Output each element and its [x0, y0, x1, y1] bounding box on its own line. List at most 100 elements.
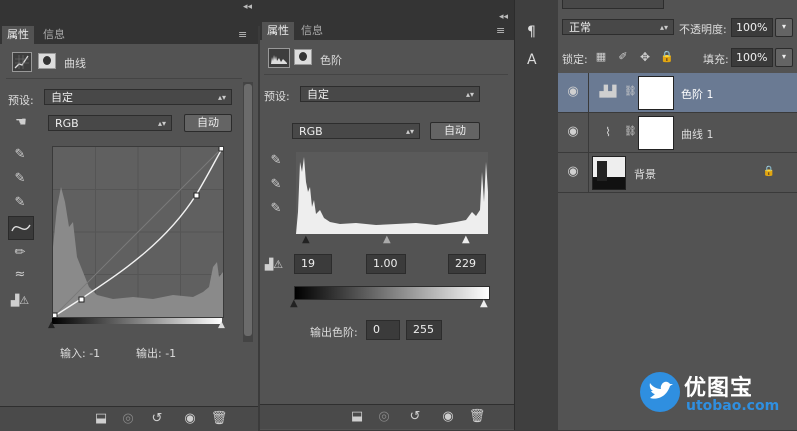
input-white-slider[interactable]: ▲ [462, 234, 470, 245]
tab-properties[interactable]: 属性 [262, 22, 294, 40]
input-gamma-field[interactable]: 1.00 [366, 254, 406, 274]
paragraph-style-icon[interactable]: ¶ [527, 24, 536, 40]
layer-row-background[interactable]: ◉ 背景 🔒 [558, 153, 797, 193]
hand-target-icon[interactable]: ☚ [10, 114, 32, 132]
channel-select[interactable]: RGB ▴▾ [48, 115, 172, 131]
reset-icon[interactable]: ↺ [148, 410, 166, 428]
view-previous-icon[interactable]: ◎ [118, 410, 138, 428]
output-white-field[interactable]: 255 [406, 320, 442, 340]
layer-name[interactable]: 色阶 1 [681, 86, 714, 102]
lock-all-icon[interactable]: 🔒 [660, 48, 674, 66]
left-bottom-toolbar: ⬓ ◎ ↺ ◉ 🗑 [0, 406, 258, 431]
chevron-updown-icon: ▴▾ [217, 93, 226, 102]
visibility-eye-icon[interactable]: ◉ [180, 410, 200, 428]
output-black-field[interactable]: 0 [366, 320, 400, 340]
left-panel-topbar: ◂◂ [0, 0, 258, 26]
curve-point-tool-icon[interactable] [8, 216, 34, 240]
opacity-field[interactable]: 100% [731, 18, 773, 37]
view-previous-icon[interactable]: ◎ [374, 408, 394, 426]
background-thumbnail[interactable] [592, 156, 626, 190]
black-eyedropper-icon[interactable]: ✎ [10, 146, 30, 164]
clipping-warning-icon[interactable]: ▟⚠ [8, 292, 32, 310]
output-white-slider[interactable]: ▲ [480, 298, 488, 309]
reset-icon[interactable]: ↺ [406, 408, 424, 426]
divider [264, 74, 508, 75]
fill-label: 填充: [703, 53, 729, 66]
left-scrollbar[interactable] [243, 82, 253, 342]
tab-info[interactable]: 信息 [38, 26, 70, 44]
layer-mask-thumbnail[interactable] [638, 76, 674, 110]
chevron-updown-icon: ▴▾ [465, 90, 474, 99]
visibility-eye-icon[interactable]: ◉ [564, 123, 582, 141]
clip-to-layer-icon[interactable]: ⬓ [348, 408, 366, 426]
input-black-slider[interactable]: ▲ [302, 234, 310, 245]
layer-name[interactable]: 背景 [634, 166, 656, 182]
input-readout: 输入: -1 [60, 347, 101, 360]
input-white-field[interactable]: 229 [448, 254, 486, 274]
gray-eyedropper-icon[interactable]: ✎ [266, 176, 286, 194]
channel-select[interactable]: RGB ▴▾ [292, 123, 420, 139]
auto-button[interactable]: 自动 [430, 122, 480, 140]
clip-to-layer-icon[interactable]: ⬓ [92, 410, 110, 428]
chain-link-icon[interactable]: ⛓ [624, 123, 637, 141]
opacity-dropdown[interactable]: ▾ [775, 18, 793, 37]
curves-adjustment-icon: ⌇ [605, 125, 611, 139]
watermark-bird-logo [640, 372, 680, 412]
panel-menu-icon[interactable]: ≡ [496, 24, 505, 37]
divider [588, 113, 589, 152]
lock-pixels-icon[interactable]: ✐ [616, 48, 630, 66]
output-readout: 输出: -1 [136, 347, 177, 360]
lock-label: 锁定: [562, 53, 588, 66]
preset-value: 自定 [307, 88, 329, 101]
black-point-slider[interactable]: ▲ [48, 320, 55, 330]
panel-dock: ¶ A [514, 0, 560, 430]
pencil-icon[interactable]: ✏ [10, 244, 30, 262]
white-point-slider[interactable]: ▲ [218, 320, 225, 330]
visibility-eye-icon[interactable]: ◉ [438, 408, 458, 426]
collapse-icon[interactable]: ◂◂ [243, 2, 252, 12]
visibility-eye-icon[interactable]: ◉ [564, 163, 582, 181]
auto-button[interactable]: 自动 [184, 114, 232, 132]
chevron-updown-icon: ▴▾ [405, 127, 414, 136]
layer-name[interactable]: 曲线 1 [681, 126, 714, 142]
output-gradient-bar [294, 286, 490, 300]
opacity-label: 不透明度: [679, 23, 727, 36]
preset-select[interactable]: 自定 ▴▾ [300, 86, 480, 102]
black-eyedropper-icon[interactable]: ✎ [266, 152, 286, 170]
lock-position-icon[interactable]: ✥ [638, 48, 652, 66]
blend-mode-select[interactable]: 正常 ▴▾ [562, 19, 674, 35]
preset-label: 预设: [264, 90, 290, 103]
tab-info[interactable]: 信息 [296, 22, 328, 40]
clipping-warning-icon[interactable]: ▟⚠ [262, 256, 286, 274]
lock-transparent-icon[interactable]: ▦ [594, 48, 608, 66]
chain-link-icon[interactable]: ⛓ [624, 83, 637, 101]
smooth-icon[interactable]: ≈ [10, 266, 30, 284]
trash-icon[interactable]: 🗑 [210, 410, 228, 428]
mask-icon[interactable] [294, 49, 312, 65]
visibility-eye-icon[interactable]: ◉ [564, 83, 582, 101]
gray-eyedropper-icon[interactable]: ✎ [10, 170, 30, 188]
layer-mask-thumbnail[interactable] [638, 116, 674, 150]
mask-icon[interactable] [38, 53, 56, 69]
panel-menu-icon[interactable]: ≡ [238, 28, 247, 41]
input-gamma-slider[interactable]: ▲ [383, 234, 391, 245]
tab-properties[interactable]: 属性 [2, 26, 34, 44]
output-black-slider[interactable]: ▲ [290, 298, 298, 309]
collapse-icon[interactable]: ◂◂ [499, 12, 508, 22]
fill-dropdown[interactable]: ▾ [775, 48, 793, 67]
channel-value: RGB [55, 117, 79, 130]
white-eyedropper-icon[interactable]: ✎ [266, 200, 286, 218]
output-levels-label: 输出色阶: [310, 326, 358, 339]
preset-select[interactable]: 自定 ▴▾ [44, 89, 232, 105]
layer-row-levels[interactable]: ◉ ▟▟ ⛓ 色阶 1 [558, 73, 797, 113]
input-black-field[interactable]: 19 [294, 254, 332, 274]
white-eyedropper-icon[interactable]: ✎ [10, 194, 30, 212]
character-style-icon[interactable]: A [527, 52, 537, 68]
curves-graph[interactable] [52, 146, 224, 318]
divider [588, 73, 589, 112]
layer-filter-select[interactable] [562, 0, 664, 9]
fill-field[interactable]: 100% [731, 48, 773, 67]
layer-row-curves[interactable]: ◉ ⌇ ⛓ 曲线 1 [558, 113, 797, 153]
input-gradient-bar [52, 318, 222, 324]
trash-icon[interactable]: 🗑 [468, 408, 486, 426]
